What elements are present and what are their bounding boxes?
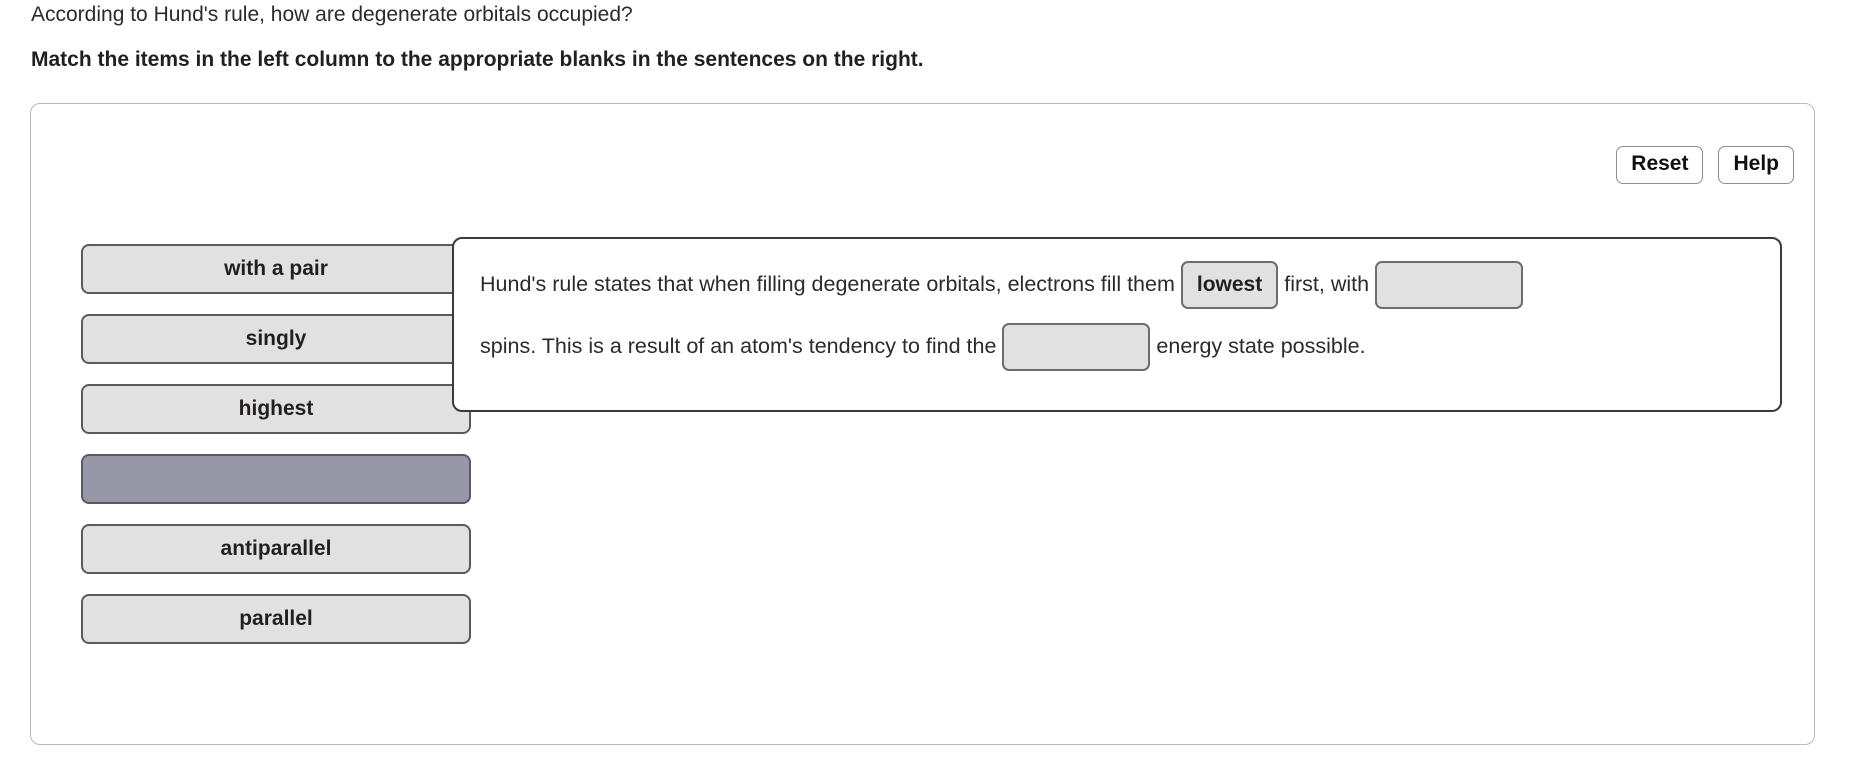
activity-panel: Reset Help with a pair singly highest an… — [30, 103, 1815, 745]
item-bank: with a pair singly highest antiparallel … — [81, 244, 471, 644]
sentence-blank-3[interactable] — [1002, 323, 1151, 372]
question-stem: According to Hund's rule, how are degene… — [31, 3, 633, 26]
panel-toolbar: Reset Help — [1616, 146, 1794, 184]
sentence-segment-2: first, with — [1284, 272, 1370, 296]
sentence-blank-2[interactable] — [1375, 261, 1524, 310]
bank-item[interactable]: highest — [81, 384, 471, 434]
sentence-segment-3: spins. This is a result of an atom's ten… — [480, 334, 997, 358]
question-instruction: Match the items in the left column to th… — [31, 48, 924, 71]
help-button[interactable]: Help — [1718, 146, 1794, 184]
bank-item-placeholder[interactable] — [81, 454, 471, 504]
sentence-segment-4: energy state possible. — [1156, 334, 1366, 358]
sentence-text: Hund's rule states that when filling deg… — [480, 253, 1758, 377]
sentence-blank-1[interactable]: lowest — [1180, 261, 1279, 310]
bank-item[interactable]: parallel — [81, 594, 471, 644]
sentence-drop-panel[interactable]: Hund's rule states that when filling deg… — [452, 237, 1782, 412]
sentence-segment-1: Hund's rule states that when filling deg… — [480, 272, 1175, 296]
bank-item[interactable]: singly — [81, 314, 471, 364]
reset-button[interactable]: Reset — [1616, 146, 1704, 184]
bank-item[interactable]: with a pair — [81, 244, 471, 294]
bank-item[interactable]: antiparallel — [81, 524, 471, 574]
